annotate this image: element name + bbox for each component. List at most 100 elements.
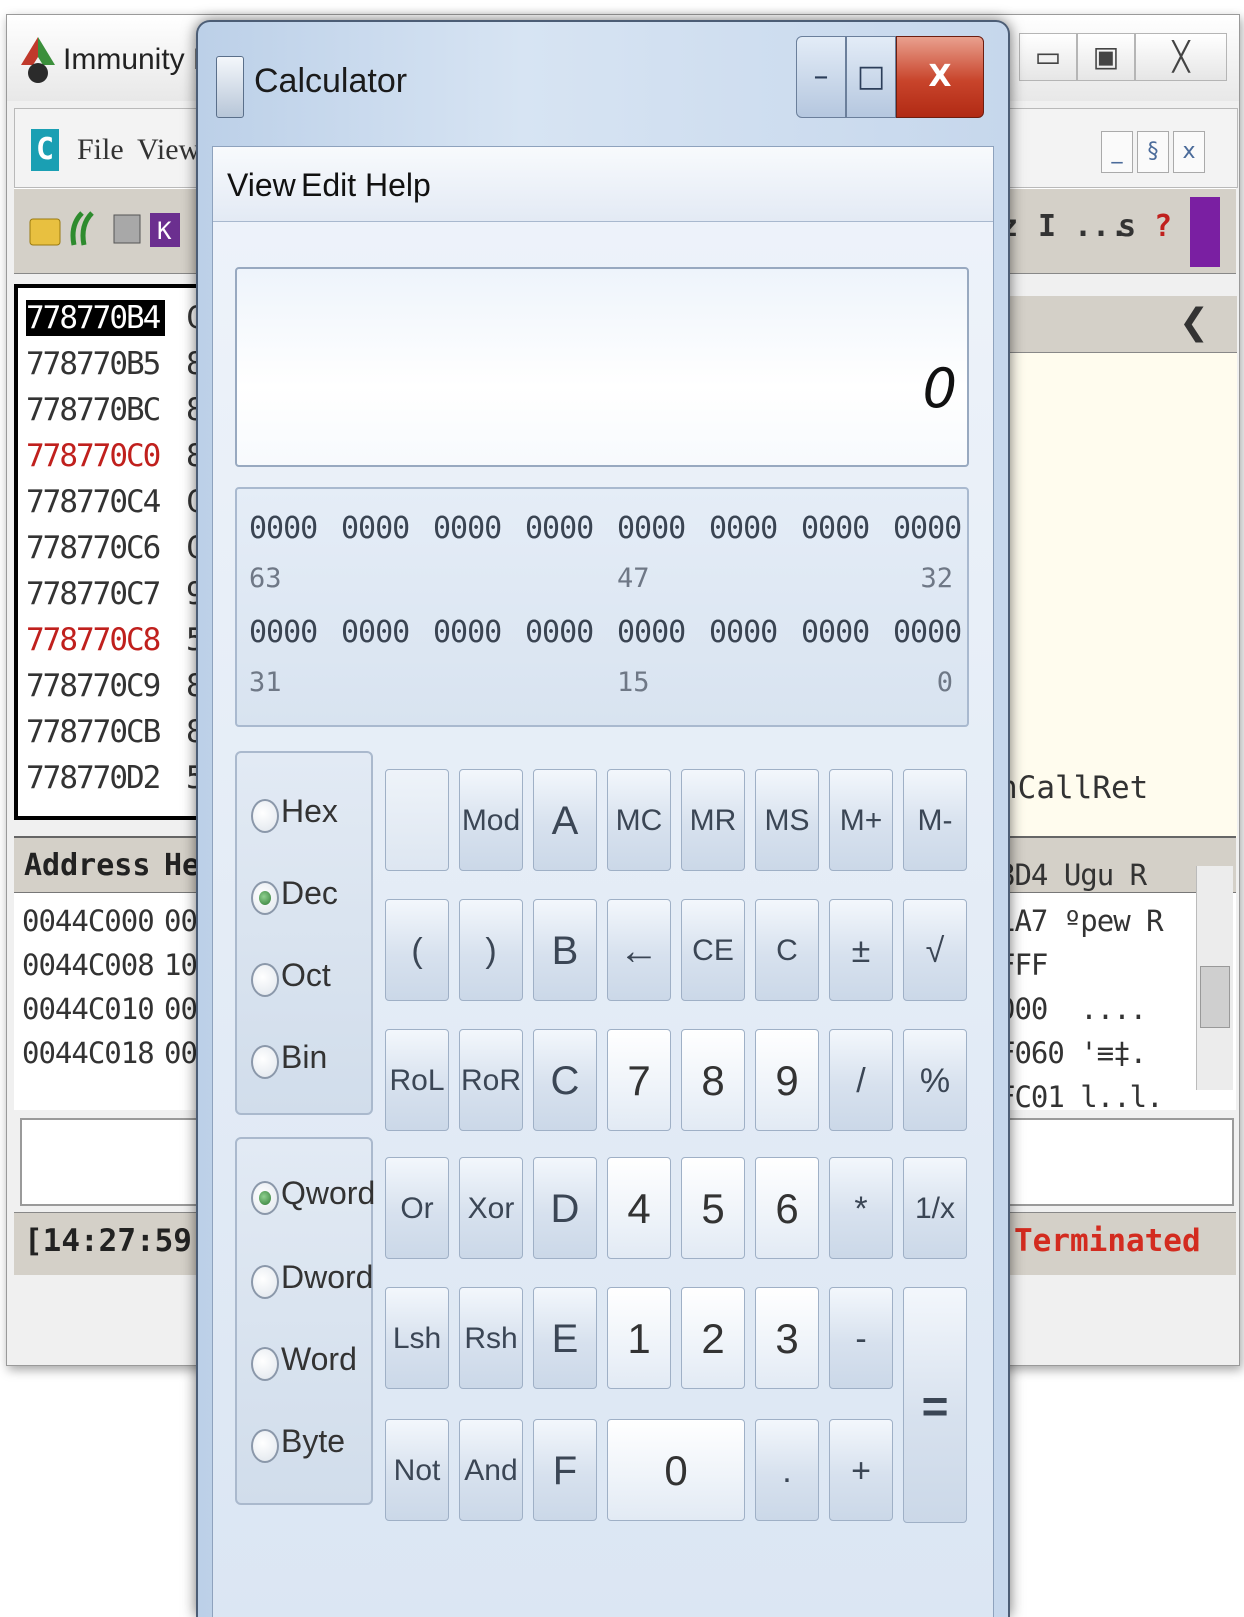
radio-button-icon[interactable] (251, 1265, 279, 1299)
left-shift-button[interactable]: Lsh (385, 1287, 449, 1389)
open-folder-icon[interactable] (28, 205, 62, 253)
toolbar-i[interactable]: I (1038, 209, 1056, 244)
bit-group[interactable]: 0000 (709, 511, 778, 546)
memory-recall-button[interactable]: MR (681, 769, 745, 871)
radio-button-icon[interactable] (251, 1045, 279, 1079)
right-shift-button[interactable]: Rsh (459, 1287, 523, 1389)
bit-group[interactable]: 0000 (249, 511, 318, 546)
bit-group[interactable]: 0000 (709, 615, 778, 650)
hex-a-button[interactable]: A (533, 769, 597, 871)
cpu-row-address[interactable]: 778770C8 (26, 622, 161, 658)
cpu-row-address[interactable]: 778770B4 (26, 300, 166, 336)
close-paren-button[interactable]: ) (459, 899, 523, 1001)
digit-4-button[interactable]: 4 (607, 1157, 671, 1259)
close-program-icon[interactable] (110, 205, 144, 253)
decimal-button[interactable]: . (755, 1419, 819, 1521)
debugger-minimize-button[interactable]: ▭ (1019, 33, 1077, 81)
memory-subtract-button[interactable]: M- (903, 769, 967, 871)
digit-8-button[interactable]: 8 (681, 1029, 745, 1131)
radio-button-icon[interactable] (251, 963, 279, 997)
bit-group[interactable]: 0000 (617, 511, 686, 546)
mod-button[interactable]: Mod (459, 769, 523, 871)
memory-add-button[interactable]: M+ (829, 769, 893, 871)
bit-group[interactable]: 0000 (617, 615, 686, 650)
radio-button-selected-icon[interactable] (251, 1181, 279, 1215)
digit-5-button[interactable]: 5 (681, 1157, 745, 1259)
menu-help[interactable]: Help (365, 167, 431, 204)
bit-group[interactable]: 0000 (525, 615, 594, 650)
radio-button-icon[interactable] (251, 1429, 279, 1463)
bit-group[interactable]: 0000 (893, 511, 962, 546)
cpu-row-address[interactable]: 778770C9 (26, 668, 161, 704)
hex-e-button[interactable]: E (533, 1287, 597, 1389)
cpu-row-address[interactable]: 778770CB (26, 714, 161, 750)
digit-6-button[interactable]: 6 (755, 1157, 819, 1259)
k-window-icon[interactable]: K (148, 205, 182, 253)
menu-view[interactable]: View (227, 167, 296, 204)
multiply-button[interactable]: * (829, 1157, 893, 1259)
negate-button[interactable]: ± (829, 899, 893, 1001)
not-button[interactable]: Not (385, 1419, 449, 1521)
cpu-row-address[interactable]: 778770C0 (26, 438, 161, 474)
toolbar-s[interactable]: s (1118, 209, 1136, 244)
digit-1-button[interactable]: 1 (607, 1287, 671, 1389)
toolbar-help[interactable]: ? (1154, 209, 1172, 244)
menu-file[interactable]: File (77, 133, 124, 167)
dump-column-address[interactable]: Address (24, 848, 150, 883)
digit-2-button[interactable]: 2 (681, 1287, 745, 1389)
calculator-maximize-button[interactable]: □ (846, 36, 896, 118)
reciprocal-button[interactable]: 1/x (903, 1157, 967, 1259)
hex-b-button[interactable]: B (533, 899, 597, 1001)
mdi-restore-button[interactable]: § (1137, 131, 1169, 173)
xor-button[interactable]: Xor (459, 1157, 523, 1259)
calculator-minimize-button[interactable]: – (796, 36, 846, 118)
debugger-close-button[interactable]: ╳ (1135, 33, 1227, 81)
digit-0-button[interactable]: 0 (607, 1419, 745, 1521)
bit-group[interactable]: 0000 (433, 615, 502, 650)
and-button[interactable]: And (459, 1419, 523, 1521)
clear-entry-button[interactable]: CE (681, 899, 745, 1001)
hex-d-button[interactable]: D (533, 1157, 597, 1259)
restart-icon[interactable] (68, 205, 102, 253)
bit-group[interactable]: 0000 (801, 615, 870, 650)
radio-button-icon[interactable] (251, 1347, 279, 1381)
backspace-button[interactable]: ← (607, 899, 671, 1001)
digit-9-button[interactable]: 9 (755, 1029, 819, 1131)
radio-button-selected-icon[interactable] (251, 881, 279, 915)
open-paren-button[interactable]: ( (385, 899, 449, 1001)
cpu-row-address[interactable]: 778770C7 (26, 576, 161, 612)
memory-store-button[interactable]: MS (755, 769, 819, 871)
add-button[interactable]: + (829, 1419, 893, 1521)
divide-button[interactable]: / (829, 1029, 893, 1131)
digit-7-button[interactable]: 7 (607, 1029, 671, 1131)
rotate-left-button[interactable]: RoL (385, 1029, 449, 1131)
radio-button-icon[interactable] (251, 799, 279, 833)
calculator-close-button[interactable]: X (896, 36, 984, 118)
mdi-close-button[interactable]: x (1173, 131, 1205, 173)
bit-group[interactable]: 0000 (893, 615, 962, 650)
bit-group[interactable]: 0000 (341, 511, 410, 546)
percent-button[interactable]: % (903, 1029, 967, 1131)
mdi-minimize-button[interactable]: _ (1101, 131, 1133, 173)
stack-scrollbar-thumb[interactable] (1200, 966, 1230, 1028)
cpu-row-address[interactable]: 778770C4 (26, 484, 161, 520)
menu-view[interactable]: View (137, 133, 200, 167)
cpu-row-address[interactable]: 778770D2 (26, 760, 161, 796)
cpu-row-address[interactable]: 778770C6 (26, 530, 161, 566)
debugger-restore-button[interactable]: ▣ (1077, 33, 1135, 81)
square-root-button[interactable]: √ (903, 899, 967, 1001)
hex-f-button[interactable]: F (533, 1419, 597, 1521)
digit-3-button[interactable]: 3 (755, 1287, 819, 1389)
clear-button[interactable]: C (755, 899, 819, 1001)
hex-c-button[interactable]: C (533, 1029, 597, 1131)
cpu-row-address[interactable]: 778770B5 (26, 346, 161, 382)
bit-group[interactable]: 0000 (433, 511, 502, 546)
equals-button[interactable]: = (903, 1287, 967, 1523)
dump-column-hex[interactable]: He (164, 848, 200, 883)
bit-group[interactable]: 0000 (525, 511, 594, 546)
memory-clear-button[interactable]: MC (607, 769, 671, 871)
menu-edit[interactable]: Edit (301, 167, 356, 204)
or-button[interactable]: Or (385, 1157, 449, 1259)
cpu-row-address[interactable]: 778770BC (26, 392, 161, 428)
bit-group[interactable]: 0000 (801, 511, 870, 546)
